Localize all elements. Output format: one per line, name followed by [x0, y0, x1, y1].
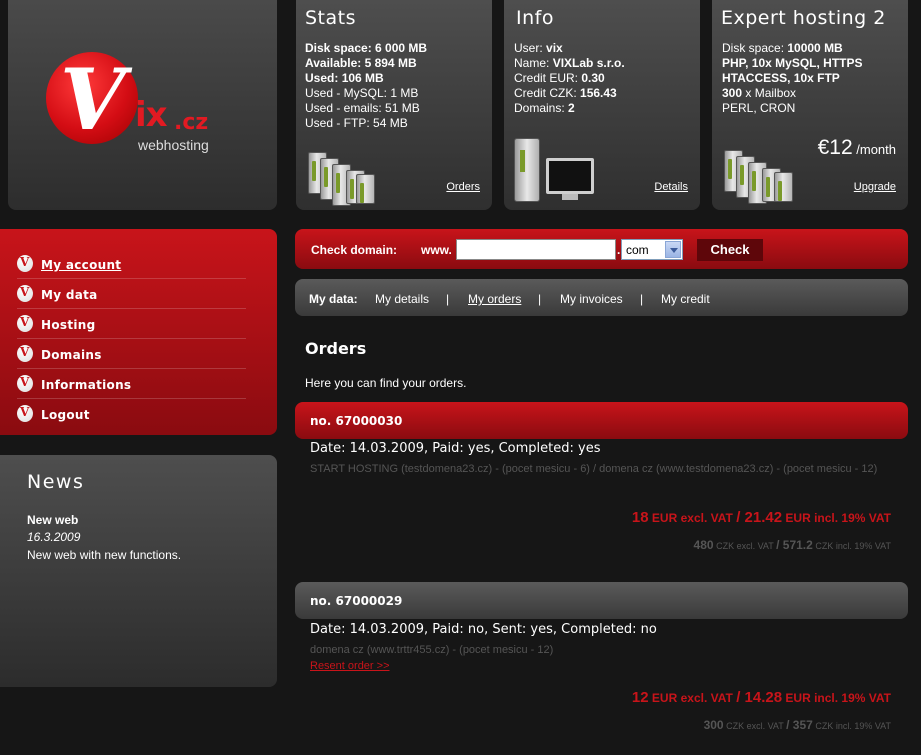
- order-number: no. 67000030: [310, 414, 403, 428]
- info-line: User: vix: [514, 41, 563, 55]
- info-line: Domains: 2: [514, 101, 575, 115]
- my-orders-link[interactable]: My orders: [468, 292, 521, 306]
- news-headline: New web: [27, 513, 79, 527]
- stats-line: Used - FTP: 54 MB: [305, 116, 408, 130]
- tld-selected-value: com: [626, 243, 649, 257]
- upgrade-link[interactable]: Upgrade: [854, 181, 896, 193]
- stats-line: Disk space: 6 000 MB: [305, 41, 428, 55]
- menu-item-label: Informations: [41, 378, 132, 392]
- nav-separator: |: [640, 292, 644, 306]
- logo-letter: V: [60, 50, 126, 149]
- logo-tagline: webhosting: [138, 137, 209, 153]
- menu-item-my-data[interactable]: My data: [17, 279, 246, 309]
- menu-item-domains[interactable]: Domains: [17, 339, 246, 369]
- stats-line: Used - MySQL: 1 MB: [305, 86, 419, 100]
- order-price-czk: 480 CZK excl. VAT / 571.2 CZK incl. 19% …: [693, 538, 891, 552]
- domain-input[interactable]: [456, 239, 616, 260]
- stats-title: Stats: [305, 7, 357, 29]
- order-description: START HOSTING (testdomena23.cz) - (pocet…: [310, 463, 878, 475]
- chevron-down-icon[interactable]: [665, 241, 681, 258]
- my-invoices-link[interactable]: My invoices: [560, 292, 623, 306]
- plan-line: 300 x Mailbox: [722, 86, 797, 100]
- order-header: no. 67000030: [295, 402, 908, 439]
- info-line: Name: VIXLab s.r.o.: [514, 56, 625, 70]
- menu-item-label: Logout: [41, 408, 90, 422]
- order-number: no. 67000029: [310, 594, 403, 608]
- nav-separator: |: [538, 292, 542, 306]
- menu-item-label: Domains: [41, 348, 102, 362]
- info-line: Credit EUR: 0.30: [514, 71, 605, 85]
- v-bullet-icon: [17, 285, 33, 302]
- logo-ix: ix: [135, 95, 168, 135]
- main-menu: My account My data Hosting Domains Infor…: [0, 229, 277, 435]
- info-panel: Info User: vix Name: VIXLab s.r.o. Credi…: [504, 0, 700, 210]
- plan-line: PERL, CRON: [722, 101, 796, 115]
- page-intro: Here you can find your orders.: [305, 376, 467, 390]
- plan-title: Expert hosting 2: [721, 7, 886, 29]
- resend-order-link[interactable]: Resent order >>: [310, 660, 390, 672]
- my-details-link[interactable]: My details: [375, 292, 429, 306]
- plan-panel: Expert hosting 2 Disk space: 10000 MB PH…: [712, 0, 908, 210]
- logo-tld: .cz: [174, 110, 209, 135]
- menu-item-hosting[interactable]: Hosting: [17, 309, 246, 339]
- news-title: News: [27, 471, 85, 493]
- domain-check-bar: Check domain: www. . com Check: [295, 229, 908, 269]
- plan-price: €12 /month: [817, 136, 896, 159]
- my-data-label: My data:: [309, 292, 358, 306]
- plan-line: HTACCESS, 10x FTP: [722, 71, 840, 85]
- menu-item-my-account[interactable]: My account: [17, 249, 246, 279]
- logo-panel: V ix .cz webhosting: [8, 0, 277, 210]
- info-title: Info: [516, 7, 554, 29]
- domain-prefix: www.: [421, 243, 452, 257]
- order-price-eur: 12 EUR excl. VAT / 14.28 EUR incl. 19% V…: [631, 689, 891, 706]
- page-title: Orders: [305, 339, 367, 358]
- details-link[interactable]: Details: [654, 181, 688, 193]
- stats-panel: Stats Disk space: 6 000 MB Available: 5 …: [296, 0, 492, 210]
- menu-item-logout[interactable]: Logout: [17, 399, 246, 429]
- menu-item-informations[interactable]: Informations: [17, 369, 246, 399]
- v-bullet-icon: [17, 345, 33, 362]
- menu-item-label: Hosting: [41, 318, 96, 332]
- order-price-czk: 300 CZK excl. VAT / 357 CZK incl. 19% VA…: [703, 718, 891, 732]
- stats-line: Used - emails: 51 MB: [305, 101, 420, 115]
- my-credit-link[interactable]: My credit: [661, 292, 710, 306]
- order-meta: Date: 14.03.2009, Paid: no, Sent: yes, C…: [310, 622, 657, 637]
- news-text: New web with new functions.: [27, 548, 182, 562]
- news-panel: News New web 16.3.2009 New web with new …: [0, 455, 277, 687]
- menu-item-label: My data: [41, 288, 98, 302]
- stats-line: Used: 106 MB: [305, 71, 384, 85]
- plan-line: Disk space: 10000 MB: [722, 41, 843, 55]
- info-lines: User: vix Name: VIXLab s.r.o. Credit EUR…: [514, 41, 625, 116]
- order-description: domena cz (www.trttr455.cz) - (pocet mes…: [310, 644, 554, 656]
- stats-line: Available: 5 894 MB: [305, 56, 417, 70]
- domain-check-label: Check domain:: [311, 243, 398, 257]
- domain-dot: .: [617, 243, 621, 257]
- order-meta: Date: 14.03.2009, Paid: yes, Completed: …: [310, 441, 601, 456]
- orders-link[interactable]: Orders: [446, 181, 480, 193]
- v-bullet-icon: [17, 405, 33, 422]
- order-header: no. 67000029: [295, 582, 908, 619]
- nav-separator: |: [446, 292, 450, 306]
- news-date: 16.3.2009: [27, 530, 81, 544]
- v-bullet-icon: [17, 375, 33, 392]
- tld-select[interactable]: com: [621, 239, 683, 260]
- menu-item-label: My account: [41, 258, 122, 272]
- info-line: Credit CZK: 156.43: [514, 86, 617, 100]
- my-data-nav: My data: My details | My orders | My inv…: [295, 279, 908, 316]
- v-bullet-icon: [17, 315, 33, 332]
- plan-line: PHP, 10x MySQL, HTTPS: [722, 56, 863, 70]
- order-price-eur: 18 EUR excl. VAT / 21.42 EUR incl. 19% V…: [631, 509, 891, 526]
- v-bullet-icon: [17, 255, 33, 272]
- stats-lines: Disk space: 6 000 MB Available: 5 894 MB…: [305, 41, 427, 131]
- check-button[interactable]: Check: [697, 239, 763, 261]
- plan-lines: Disk space: 10000 MB PHP, 10x MySQL, HTT…: [722, 41, 863, 116]
